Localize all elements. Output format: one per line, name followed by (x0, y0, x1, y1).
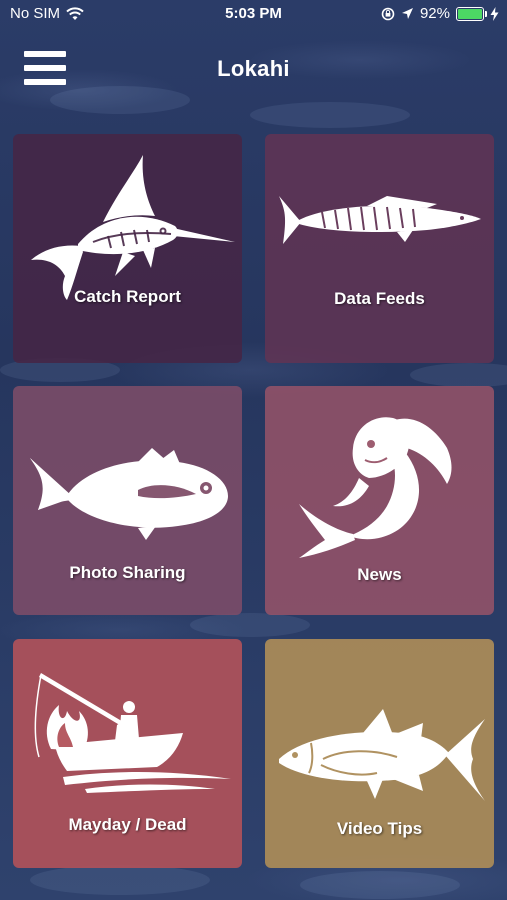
tile-label: Photo Sharing (69, 563, 186, 582)
page-title: Lokahi (217, 56, 290, 81)
mahi-mahi-icon (299, 417, 452, 558)
status-right: 92% (381, 5, 499, 22)
status-bar: No SIM 5:03 PM 92% (0, 0, 507, 30)
location-arrow-icon (401, 8, 413, 19)
tile-video-tips[interactable]: Video Tips (265, 639, 494, 868)
battery-fill (458, 8, 482, 19)
tile-photo-sharing[interactable]: Photo Sharing (13, 386, 242, 615)
tile-label: News (357, 565, 402, 584)
charging-bolt-icon (490, 6, 499, 21)
tile-label: Video Tips (336, 819, 423, 838)
tuna-icon (279, 709, 485, 801)
marlin-icon (31, 155, 235, 300)
tile-data-feeds[interactable]: Data Feeds (265, 134, 494, 363)
tile-catch-report[interactable]: Catch Report (13, 134, 242, 363)
tile-label: Catch Report (74, 287, 181, 306)
battery-percent: 92% (419, 5, 450, 22)
wahoo-icon (279, 196, 481, 244)
burning-boat-icon (34, 673, 231, 793)
trevally-icon (30, 448, 228, 540)
tile-news[interactable]: News (265, 386, 494, 615)
tile-label: Data Feeds (334, 289, 425, 308)
orientation-lock-icon (381, 7, 395, 20)
tile-mayday-dead[interactable]: Mayday / Dead (13, 639, 242, 868)
tile-label: Mayday / Dead (68, 815, 187, 834)
battery-icon (456, 6, 487, 21)
